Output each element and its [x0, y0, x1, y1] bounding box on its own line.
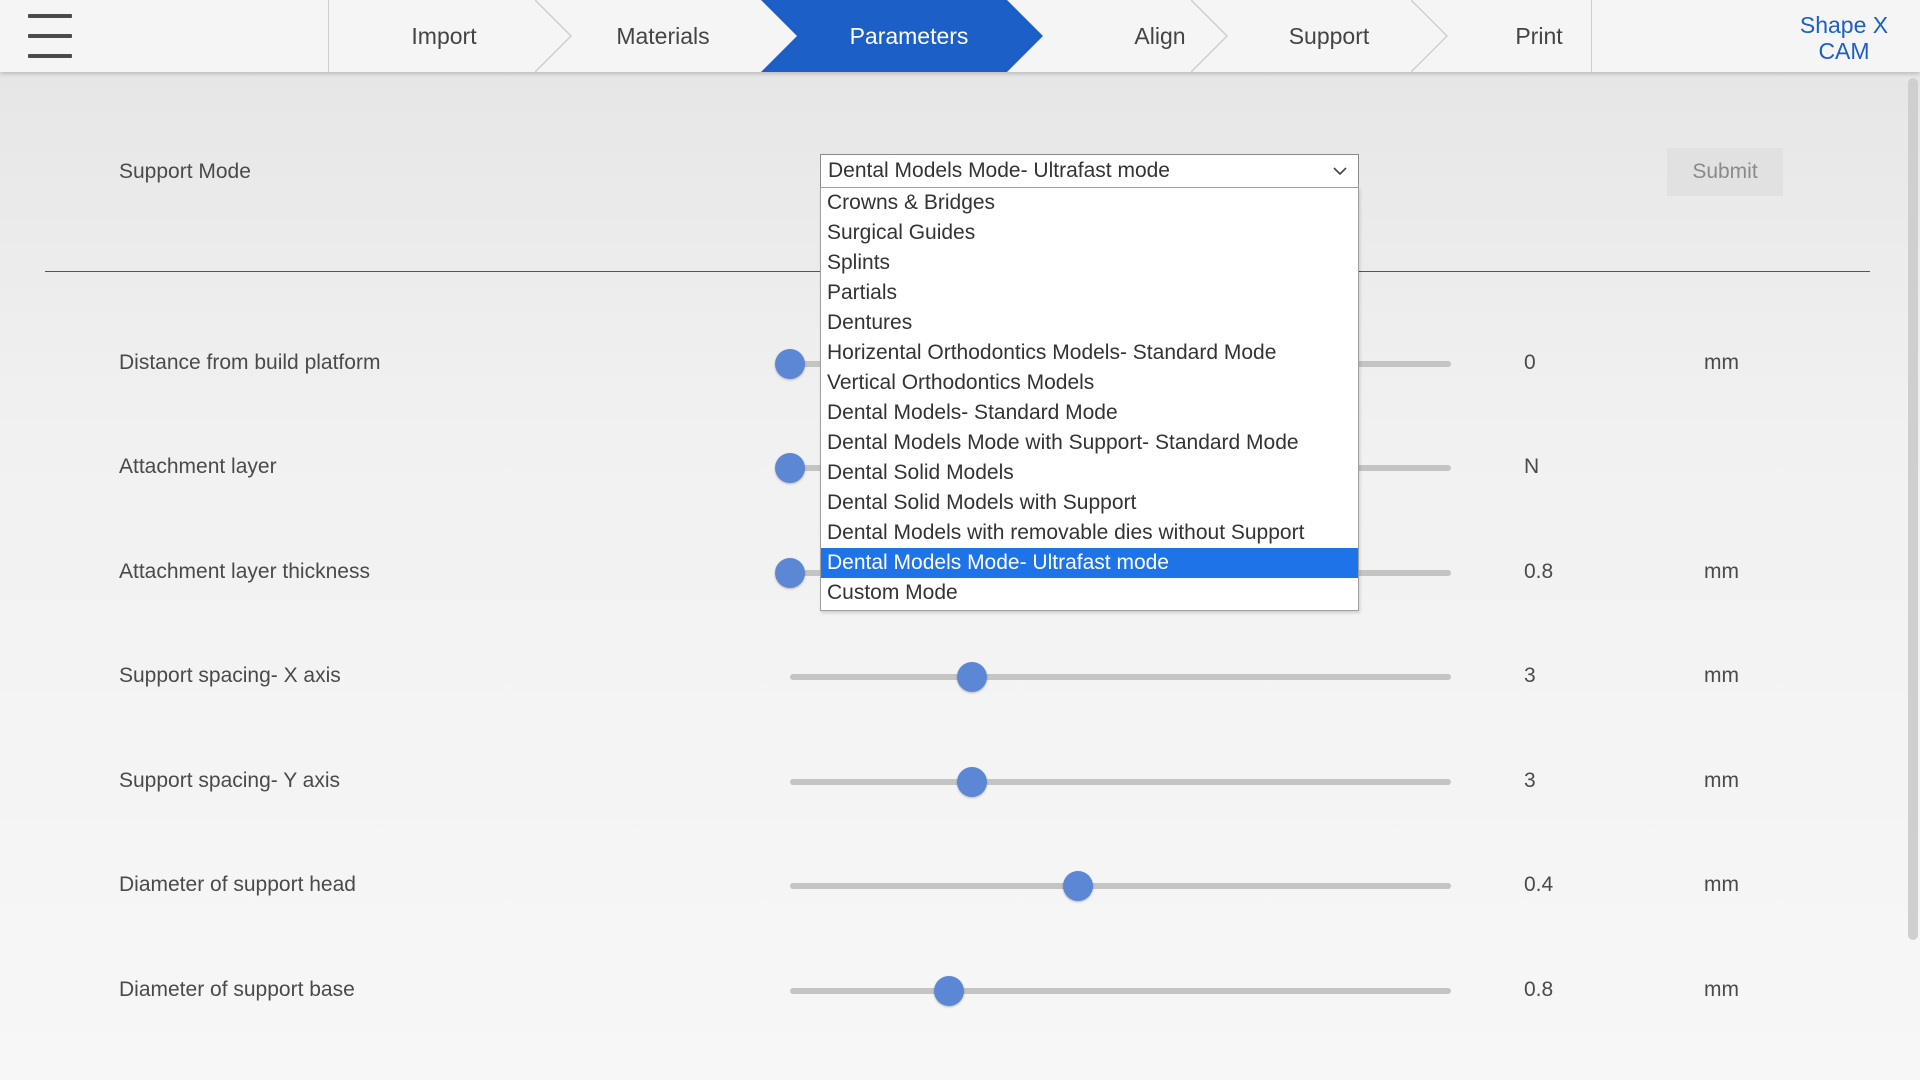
- step-materials-label: Materials: [616, 23, 710, 49]
- parameter-value: 0.8: [1524, 978, 1554, 1001]
- brand-line-2: CAM: [1818, 38, 1870, 64]
- parameter-label: Distance from build platform: [119, 351, 381, 374]
- workflow-steps: Import Materials Parameters Align Suppor…: [328, 0, 1592, 72]
- step-parameters[interactable]: Parameters: [789, 0, 1029, 72]
- slider-thumb[interactable]: [956, 767, 987, 797]
- slider-thumb[interactable]: [1062, 871, 1093, 901]
- step-import[interactable]: Import: [329, 0, 559, 72]
- support-mode-option[interactable]: Splints: [821, 248, 1358, 278]
- top-header: Import Materials Parameters Align Suppor…: [0, 0, 1920, 72]
- support-mode-option[interactable]: Partials: [821, 278, 1358, 308]
- parameter-value: N: [1524, 455, 1540, 478]
- support-mode-selected-value: Dental Models Mode- Ultrafast mode: [828, 159, 1170, 182]
- support-mode-option[interactable]: Horizental Orthodontics Models- Standard…: [821, 338, 1358, 368]
- slider-track[interactable]: [790, 883, 1451, 889]
- step-parameters-label: Parameters: [849, 23, 969, 49]
- support-mode-option[interactable]: Dental Solid Models with Support: [821, 488, 1358, 518]
- parameter-value: 0.4: [1524, 873, 1554, 896]
- vertical-scrollbar[interactable]: [1908, 78, 1918, 940]
- step-support-label: Support: [1288, 23, 1370, 49]
- step-materials[interactable]: Materials: [563, 0, 763, 72]
- parameter-unit: mm: [1704, 978, 1739, 1001]
- support-mode-option[interactable]: Surgical Guides: [821, 218, 1358, 248]
- slider-thumb[interactable]: [775, 453, 805, 483]
- support-mode-dropdown-list: Crowns & Bridges Surgical Guides Splints Pa…: [820, 187, 1359, 611]
- submit-button[interactable]: Submit: [1667, 148, 1783, 196]
- parameter-unit: mm: [1704, 873, 1739, 896]
- parameter-unit: mm: [1704, 560, 1739, 583]
- support-mode-option[interactable]: Dental Models Mode with Support- Standar…: [821, 428, 1358, 458]
- slider-thumb[interactable]: [956, 662, 987, 692]
- step-print-label: Print: [1515, 23, 1563, 49]
- chevron-down-icon: [1333, 167, 1347, 176]
- slider-thumb[interactable]: [775, 349, 805, 379]
- slider-thumb[interactable]: [933, 976, 964, 1006]
- support-mode-option[interactable]: Dental Solid Models: [821, 458, 1358, 488]
- parameter-label: Attachment layer thickness: [119, 560, 370, 583]
- parameter-value: 0.8: [1524, 560, 1554, 583]
- parameter-label: Support spacing- Y axis: [119, 769, 341, 792]
- step-import-label: Import: [411, 23, 477, 49]
- parameter-label: Diameter of support base: [119, 978, 355, 1001]
- support-mode-option[interactable]: Crowns & Bridges: [821, 188, 1358, 218]
- slider-track[interactable]: [790, 779, 1451, 785]
- parameter-label: Diameter of support head: [119, 873, 356, 896]
- hamburger-menu-icon[interactable]: [28, 14, 72, 58]
- support-mode-select[interactable]: Dental Models Mode- Ultrafast mode: [820, 154, 1359, 188]
- support-mode-option[interactable]: Dental Models with removable dies withou…: [821, 518, 1358, 548]
- support-mode-option[interactable]: Dental Models- Standard Mode: [821, 398, 1358, 428]
- step-support[interactable]: Support: [1229, 0, 1429, 72]
- support-mode-label: Support Mode: [119, 160, 251, 183]
- parameter-label: Support spacing- X axis: [119, 664, 341, 687]
- parameter-unit: mm: [1704, 769, 1739, 792]
- slider-thumb[interactable]: [775, 558, 805, 588]
- brand-logo: Shape X CAM: [1784, 12, 1904, 64]
- step-print[interactable]: Print: [1439, 0, 1639, 72]
- parameter-unit: mm: [1704, 351, 1739, 374]
- slider-track[interactable]: [790, 988, 1451, 994]
- slider-track[interactable]: [790, 674, 1451, 680]
- parameter-unit: mm: [1704, 664, 1739, 687]
- support-mode-option[interactable]: Vertical Orthodontics Models: [821, 368, 1358, 398]
- support-mode-option[interactable]: Dentures: [821, 308, 1358, 338]
- brand-line-1: Shape X: [1799, 12, 1889, 38]
- support-mode-option[interactable]: Dental Models Mode- Ultrafast mode: [821, 548, 1358, 578]
- parameter-value: 3: [1524, 769, 1536, 792]
- parameter-value: 0: [1524, 351, 1536, 374]
- support-mode-option[interactable]: Custom Mode: [821, 578, 1358, 608]
- parameter-value: 3: [1524, 664, 1536, 687]
- parameter-label: Attachment layer: [119, 455, 277, 478]
